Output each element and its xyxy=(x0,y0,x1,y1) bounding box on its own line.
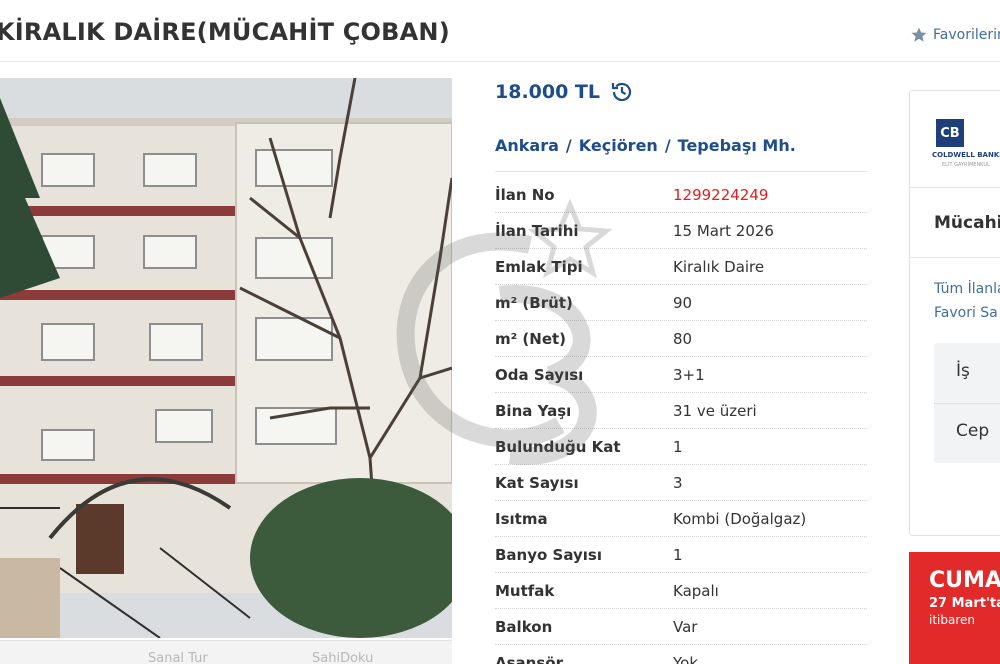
favorite-seller-link[interactable]: Favori Sa xyxy=(934,305,998,321)
store-logo[interactable]: CB COLDWELL BANKER ELİT GAYRİMENKUL xyxy=(932,119,1000,168)
attribute-label: Asansör xyxy=(495,654,563,664)
attribute-value: Yok xyxy=(673,654,699,664)
all-listings-link[interactable]: Tüm İlanla xyxy=(934,281,1000,297)
attribute-value: 1 xyxy=(673,438,683,456)
attribute-label: Banyo Sayısı xyxy=(495,546,602,564)
store-brand: COLDWELL BANKER xyxy=(932,151,1000,159)
promo-date: 27 Mart'ta xyxy=(929,596,1000,611)
promo-headline: CUMA xyxy=(929,568,1000,593)
attribute-row: Balkon Var xyxy=(495,609,867,645)
attribute-row: İlan Tarihi 15 Mart 2026 xyxy=(495,213,867,249)
attribute-label: Kat Sayısı xyxy=(495,474,579,492)
attribute-row: m² (Brüt) 90 xyxy=(495,285,867,321)
attribute-value: 3 xyxy=(673,474,683,492)
virtual-tour-button[interactable]: Sanal Tur xyxy=(148,651,208,664)
attribute-label: m² (Brüt) xyxy=(495,294,573,312)
attribute-label: İlan No xyxy=(495,186,555,204)
attribute-label: Mutfak xyxy=(495,582,555,600)
divider xyxy=(495,171,867,172)
attribute-label: Emlak Tipi xyxy=(495,258,583,276)
attribute-label: Balkon xyxy=(495,618,553,636)
attribute-row: İlan No 1299224249 xyxy=(495,177,867,213)
breadcrumb-separator: / xyxy=(565,136,572,155)
attribute-value: 15 Mart 2026 xyxy=(673,222,774,240)
photo-toolbar: Sanal Tur SahiDoku xyxy=(0,640,452,664)
attribute-row: Bina Yaşı 31 ve üzeri xyxy=(495,393,867,429)
listing-attributes: İlan No 1299224249 İlan Tarihi 15 Mart 2026… xyxy=(495,177,867,664)
divider xyxy=(910,187,1000,188)
breadcrumb-district[interactable]: Keçiören xyxy=(579,136,658,155)
attribute-row: Oda Sayısı 3+1 xyxy=(495,357,867,393)
breadcrumb-neighborhood[interactable]: Tepebaşı Mh. xyxy=(678,136,796,155)
attribute-row: Emlak Tipi Kiralık Daire xyxy=(495,249,867,285)
attribute-value: 1 xyxy=(673,546,683,564)
attribute-row: m² (Net) 80 xyxy=(495,321,867,357)
promo-subtext: itibaren xyxy=(929,613,976,627)
star-icon xyxy=(911,27,927,42)
promo-banner[interactable]: CUMA 27 Mart'ta itibaren xyxy=(909,552,1000,664)
attribute-label: Bina Yaşı xyxy=(495,402,572,420)
breadcrumb-city[interactable]: Ankara xyxy=(495,136,559,155)
favorites-label: Favorilerim xyxy=(933,27,1000,43)
location-breadcrumb: Ankara / Keçiören / Tepebaşı Mh. xyxy=(495,136,796,155)
breadcrumb-separator: / xyxy=(664,136,671,155)
favorites-link[interactable]: Favorilerim xyxy=(910,26,1000,44)
attribute-label: Isıtma xyxy=(495,510,548,528)
store-name[interactable]: Mücahit xyxy=(934,213,1000,233)
attribute-row: Isıtma Kombi (Doğalgaz) xyxy=(495,501,867,537)
attribute-row: Mutfak Kapalı xyxy=(495,573,867,609)
store-card: CB COLDWELL BANKER ELİT GAYRİMENKUL Müca… xyxy=(909,90,1000,536)
price-history-icon[interactable] xyxy=(610,80,634,104)
attribute-value: 80 xyxy=(673,330,693,348)
phone-work-label: İş xyxy=(956,361,970,381)
attribute-label: İlan Tarihi xyxy=(495,222,579,240)
attribute-value: Kombi (Doğalgaz) xyxy=(673,510,807,528)
phone-box: İş Cep xyxy=(934,343,1000,463)
attribute-row: Bulunduğu Kat 1 xyxy=(495,429,867,465)
attribute-value: 90 xyxy=(673,294,693,312)
attribute-label: Oda Sayısı xyxy=(495,366,584,384)
attribute-row: Kat Sayısı 3 xyxy=(495,465,867,501)
attribute-value: Kapalı xyxy=(673,582,719,600)
store-brand-sub: ELİT GAYRİMENKUL xyxy=(942,162,990,168)
divider xyxy=(910,257,1000,258)
attribute-value: Var xyxy=(673,618,698,636)
coldwell-banker-logo-mark: CB xyxy=(936,119,964,147)
attribute-value: 31 ve üzeri xyxy=(673,402,757,420)
sahidoku-button[interactable]: SahiDoku xyxy=(312,651,373,664)
attribute-row: Banyo Sayısı 1 xyxy=(495,537,867,573)
attribute-label: m² (Net) xyxy=(495,330,567,348)
attribute-value: Kiralık Daire xyxy=(673,258,765,276)
building-image xyxy=(0,78,452,638)
price-value: 18.000 TL xyxy=(495,81,601,103)
phone-mobile-label: Cep xyxy=(956,421,990,441)
attribute-label: Bulunduğu Kat xyxy=(495,438,621,456)
attribute-row: Asansör Yok xyxy=(495,645,867,664)
price: 18.000 TL xyxy=(495,80,634,104)
listing-title: KİRALIK DAİRE(MÜCAHİT ÇOBAN) xyxy=(0,18,450,46)
listing-photo[interactable] xyxy=(0,78,452,638)
listing-number: 1299224249 xyxy=(673,186,769,204)
divider xyxy=(934,403,1000,404)
title-bar: KİRALIK DAİRE(MÜCAHİT ÇOBAN) Favorilerim xyxy=(0,0,1000,62)
attribute-value: 3+1 xyxy=(673,366,705,384)
